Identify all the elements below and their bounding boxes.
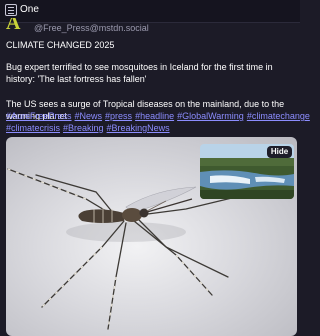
hashtag-list: #AureFreePress #News #press #headline #Globa… bbox=[6, 110, 310, 134]
hashtag-link[interactable]: #climatechange bbox=[247, 111, 310, 121]
avatar[interactable]: A bbox=[4, 18, 26, 33]
hashtag-link[interactable]: #News bbox=[75, 111, 103, 121]
hashtag-link[interactable]: #Breaking bbox=[63, 123, 104, 133]
list-icon[interactable] bbox=[5, 4, 17, 16]
list-title[interactable]: One bbox=[20, 4, 39, 15]
account-handle[interactable]: @Free_Press@mstdn.social bbox=[34, 23, 149, 33]
top-bar: One bbox=[0, 0, 300, 23]
hashtag-link[interactable]: #press bbox=[105, 111, 132, 121]
hide-media-button[interactable]: Hide bbox=[267, 146, 292, 158]
hashtag-link[interactable]: #BreakingNews bbox=[107, 123, 170, 133]
post-paragraph-2: Bug expert terrified to see mosquitoes i… bbox=[6, 62, 273, 84]
hashtag-link[interactable]: #headline bbox=[135, 111, 174, 121]
hashtag-link[interactable]: #AureFreePress bbox=[6, 111, 72, 121]
hashtag-link[interactable]: #GlobalWarming bbox=[177, 111, 244, 121]
post-paragraph-1: CLIMATE CHANGED 2025 bbox=[6, 40, 115, 50]
hashtag-link[interactable]: #climatecrisis bbox=[6, 123, 60, 133]
post-media-image[interactable] bbox=[6, 137, 297, 336]
